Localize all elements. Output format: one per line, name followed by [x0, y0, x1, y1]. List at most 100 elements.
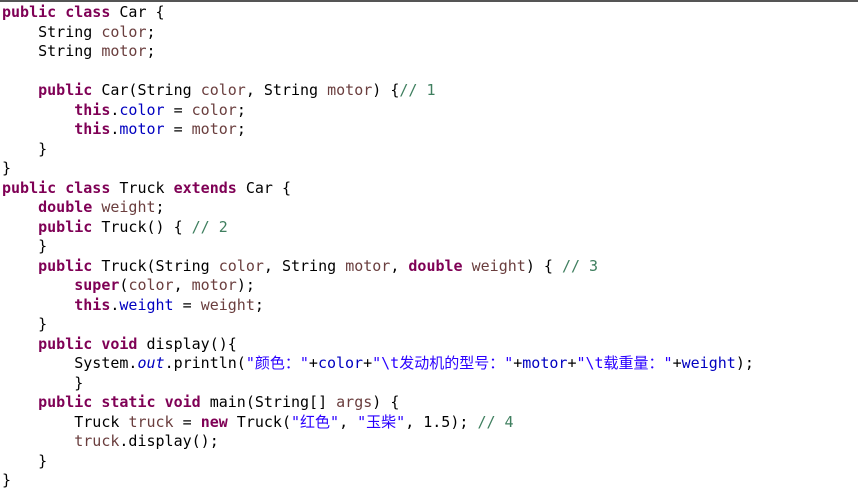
arg-color: color [128, 276, 173, 294]
keyword-super: super [74, 276, 119, 294]
semicolon: ; [237, 120, 246, 138]
brace-close: } [2, 471, 11, 489]
keyword-void: void [101, 335, 137, 353]
field-color: color [101, 23, 146, 41]
constructor-sig: Truck(String [101, 257, 218, 275]
semicolon: ; [237, 101, 246, 119]
param-motor: motor [345, 257, 390, 275]
comma: , String [246, 81, 327, 99]
type-truck: Truck [74, 413, 128, 431]
tail: ) { [526, 257, 562, 275]
comma: , [174, 276, 192, 294]
string-red: "红色" [291, 413, 339, 431]
constructor-call: Truck( [228, 413, 291, 431]
keyword-public: public [2, 179, 56, 197]
space [463, 257, 472, 275]
equals: = [165, 120, 192, 138]
keyword-public: public [2, 3, 56, 21]
constructor-sig: Car(String [101, 81, 200, 99]
brace-close: } [74, 374, 83, 392]
method-main: main(String[] [210, 393, 336, 411]
semicolon: ; [156, 198, 165, 216]
code-block: public class Car { String color; String … [0, 2, 858, 492]
arg-motor: motor [192, 276, 237, 294]
comment-1: // 1 [399, 81, 435, 99]
plus: + [513, 354, 522, 372]
keyword-public: public [38, 218, 92, 236]
field-ref-motor: motor [119, 120, 164, 138]
semicolon: ; [147, 23, 156, 41]
keyword-public: public [38, 257, 92, 275]
brace-close: } [2, 159, 11, 177]
field-weight: weight [101, 198, 155, 216]
brace-close: } [38, 315, 47, 333]
string-weight-label: "\t载重量：" [576, 354, 672, 372]
field-ref-motor: motor [522, 354, 567, 372]
field-motor: motor [101, 42, 146, 60]
println: .println( [165, 354, 246, 372]
keyword-class: class [65, 3, 110, 21]
param-motor: motor [327, 81, 372, 99]
brace-close: } [38, 140, 47, 158]
keyword-double: double [38, 198, 92, 216]
equals: = [174, 296, 201, 314]
field-ref-weight: weight [682, 354, 736, 372]
param-args: args [336, 393, 372, 411]
tail: ) { [372, 393, 399, 411]
keyword-this: this [74, 296, 110, 314]
type: String [38, 42, 92, 60]
paren-close: ); [237, 276, 255, 294]
out-field: out [137, 354, 164, 372]
method-display: display(){ [147, 335, 237, 353]
string-yuchai: "玉柴" [357, 413, 405, 431]
system: System. [74, 354, 137, 372]
equals: = [165, 101, 192, 119]
keyword-this: this [74, 120, 110, 138]
paren-close: ); [736, 354, 754, 372]
string-motor-label: "\t发动机的型号：" [372, 354, 513, 372]
param-color: color [201, 81, 246, 99]
brace: { [273, 179, 291, 197]
keyword-new: new [201, 413, 228, 431]
comma: , [339, 413, 357, 431]
method-call: .display(); [119, 432, 218, 450]
constructor-sig: Truck() { [101, 218, 191, 236]
tail: , 1.5); [405, 413, 477, 431]
var-motor: motor [192, 120, 237, 138]
equals: = [174, 413, 201, 431]
field-ref-weight: weight [119, 296, 173, 314]
keyword-public: public [38, 393, 92, 411]
keyword-this: this [74, 101, 110, 119]
type: String [38, 23, 92, 41]
keyword-class: class [65, 179, 110, 197]
param-weight: weight [472, 257, 526, 275]
keyword-static: static [101, 393, 155, 411]
param-color: color [219, 257, 264, 275]
keyword-public: public [38, 81, 92, 99]
var-truck: truck [74, 432, 119, 450]
class-name: Truck [119, 179, 164, 197]
var-truck: truck [128, 413, 173, 431]
semicolon: ; [255, 296, 264, 314]
comma: , [390, 257, 408, 275]
semicolon: ; [147, 42, 156, 60]
class-name: Car [119, 3, 146, 21]
comment-4: // 4 [477, 413, 513, 431]
field-ref-color: color [318, 354, 363, 372]
comment-2: // 2 [192, 218, 228, 236]
keyword-double: double [408, 257, 462, 275]
superclass: Car [246, 179, 273, 197]
field-ref-color: color [119, 101, 164, 119]
comment-3: // 3 [562, 257, 598, 275]
var-color: color [192, 101, 237, 119]
keyword-public: public [38, 335, 92, 353]
plus: + [363, 354, 372, 372]
var-weight: weight [201, 296, 255, 314]
comma: , String [264, 257, 345, 275]
string-color-label: "颜色：" [246, 354, 309, 372]
brace: { [147, 3, 165, 21]
plus: + [673, 354, 682, 372]
brace-close: } [38, 237, 47, 255]
brace-close: } [38, 452, 47, 470]
tail: ) { [372, 81, 399, 99]
